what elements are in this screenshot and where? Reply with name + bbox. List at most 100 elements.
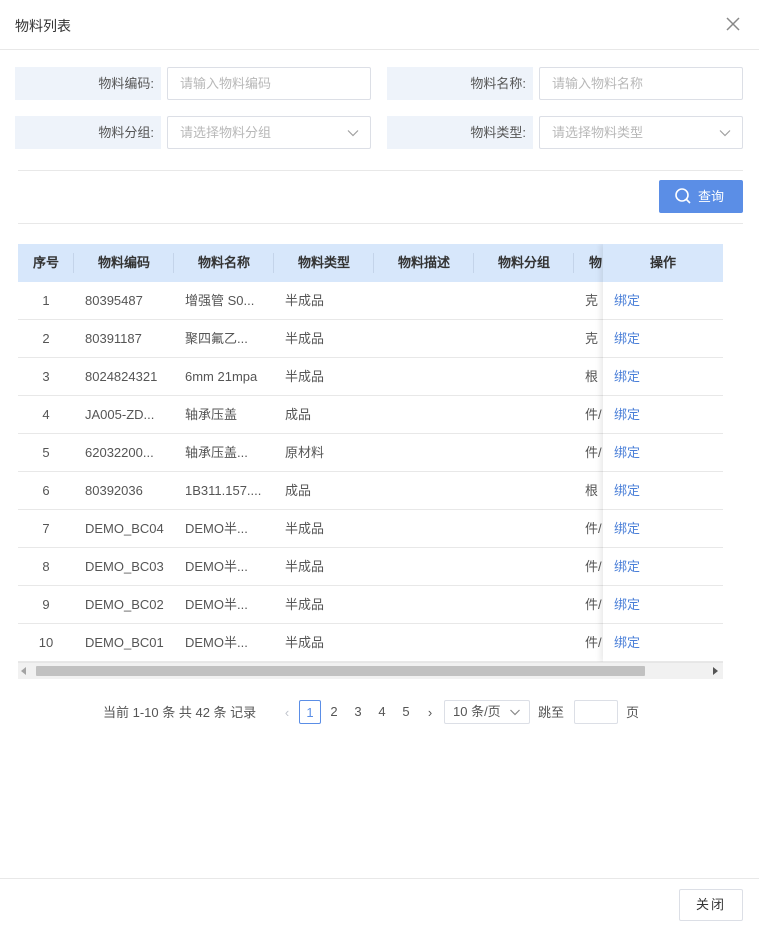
page-size-value: 10 条/页 — [453, 704, 501, 719]
cell-code: 62032200... — [85, 445, 154, 460]
cell-name: 轴承压盖... — [185, 445, 248, 460]
bind-link[interactable]: 绑定 — [614, 396, 640, 433]
prev-page-icon[interactable]: ‹ — [280, 700, 294, 726]
scrollbar-thumb[interactable] — [36, 666, 645, 676]
cell-group — [485, 320, 570, 357]
action-cell: 绑定 — [603, 548, 723, 586]
cell-code: 80392036 — [85, 483, 143, 498]
bind-link[interactable]: 绑定 — [614, 434, 640, 471]
type-label: 物料类型: — [387, 116, 533, 149]
page-size-select[interactable]: 10 条/页 — [444, 700, 530, 724]
jump-page-input[interactable] — [575, 701, 617, 723]
cell-index: 10 — [38, 635, 54, 650]
action-cell: 绑定 — [603, 472, 723, 510]
cell-type: 成品 — [285, 407, 312, 422]
col-header-type: 物料类型 — [297, 255, 350, 270]
cell-desc — [385, 320, 470, 357]
cell-code: JA005-ZD... — [85, 407, 155, 422]
action-cell: 绑定 — [603, 396, 723, 434]
cell-name: 6mm 21mpa — [185, 369, 258, 384]
page-5[interactable]: 5 — [395, 700, 417, 724]
cell-code: 8024824321 — [85, 369, 158, 384]
cell-type: 成品 — [285, 483, 312, 498]
col-separator — [573, 253, 574, 273]
cell-group — [485, 586, 570, 623]
cell-code: 80395487 — [85, 293, 143, 308]
cell-desc — [385, 510, 470, 547]
code-field-box — [167, 67, 371, 100]
cell-unit: 件/ — [585, 521, 602, 536]
horizontal-scrollbar[interactable] — [18, 662, 723, 679]
filter-code: 物料编码: — [15, 67, 371, 100]
cell-group — [485, 434, 570, 471]
cell-type: 原材料 — [285, 445, 325, 460]
cell-name: DEMO半... — [185, 597, 248, 612]
bind-link[interactable]: 绑定 — [614, 282, 640, 319]
bind-link[interactable]: 绑定 — [614, 320, 640, 357]
filter-name: 物料名称: — [387, 67, 743, 100]
cell-unit: 根 — [585, 483, 599, 498]
next-page-icon[interactable]: › — [423, 700, 437, 726]
page-4[interactable]: 4 — [371, 700, 393, 724]
query-button[interactable]: 查询 — [659, 180, 743, 213]
cell-index: 6 — [42, 483, 50, 498]
page-2[interactable]: 2 — [323, 700, 345, 724]
cell-type: 半成品 — [285, 521, 325, 536]
cell-desc — [385, 282, 470, 319]
close-button[interactable]: 关闭 — [679, 889, 743, 921]
chevron-down-icon — [347, 130, 359, 137]
chevron-down-icon — [510, 709, 520, 716]
cell-unit: 件/ — [585, 635, 602, 650]
cell-desc — [385, 396, 470, 433]
cell-code: DEMO_BC01 — [85, 635, 164, 650]
cell-index: 7 — [42, 521, 50, 536]
bind-link[interactable]: 绑定 — [614, 548, 640, 585]
action-cell: 绑定 — [603, 586, 723, 624]
page-3[interactable]: 3 — [347, 700, 369, 724]
jump-label: 跳至 — [538, 705, 565, 720]
cell-unit: 件/ — [585, 445, 602, 460]
dialog-title: 物料列表 — [15, 18, 71, 34]
cell-type: 半成品 — [285, 331, 325, 346]
cell-name: DEMO半... — [185, 559, 248, 574]
action-cell: 绑定 — [603, 510, 723, 548]
scroll-left-arrow-icon[interactable] — [21, 667, 26, 675]
name-input[interactable] — [540, 68, 742, 99]
cell-type: 半成品 — [285, 597, 325, 612]
cell-name: 聚四氟乙... — [185, 331, 248, 346]
close-icon[interactable] — [723, 14, 743, 34]
cell-name: DEMO半... — [185, 635, 248, 650]
divider-bottom — [18, 223, 743, 224]
code-input[interactable] — [168, 68, 370, 99]
col-header-desc: 物料描述 — [397, 255, 450, 270]
filter-row-1: 物料编码: 物料名称: — [15, 67, 743, 100]
cell-group — [485, 510, 570, 547]
cell-name: 轴承压盖 — [185, 407, 238, 422]
bind-link[interactable]: 绑定 — [614, 624, 640, 661]
cell-unit: 件/ — [585, 407, 602, 422]
bind-link[interactable]: 绑定 — [614, 358, 640, 395]
divider-top — [18, 170, 743, 171]
name-label: 物料名称: — [387, 67, 533, 100]
bind-link[interactable]: 绑定 — [614, 510, 640, 547]
search-icon — [675, 188, 691, 204]
action-column: 操作 绑定 绑定 绑定 绑定 绑定 绑定 绑定 绑定 绑定 绑定 — [603, 244, 723, 662]
pagination: 当前 1-10 条 共 42 条 记录 ‹ 1 2 3 4 5 › 10 条/页… — [0, 700, 759, 726]
cell-desc — [385, 624, 470, 661]
cell-name: DEMO半... — [185, 521, 248, 536]
type-select[interactable]: 请选择物料类型 — [539, 116, 743, 149]
bind-link[interactable]: 绑定 — [614, 472, 640, 509]
chevron-down-icon — [719, 130, 731, 137]
cell-desc — [385, 358, 470, 395]
page-suffix: 页 — [626, 705, 640, 720]
bind-link[interactable]: 绑定 — [614, 586, 640, 623]
cell-index: 8 — [42, 559, 50, 574]
scroll-right-arrow-icon[interactable] — [713, 667, 718, 675]
cell-code: DEMO_BC02 — [85, 597, 164, 612]
action-cell: 绑定 — [603, 624, 723, 662]
cell-group — [485, 282, 570, 319]
page-1[interactable]: 1 — [299, 700, 321, 724]
filter-group: 物料分组: 请选择物料分组 — [15, 116, 371, 149]
cell-index: 9 — [42, 597, 50, 612]
group-select[interactable]: 请选择物料分组 — [167, 116, 371, 149]
